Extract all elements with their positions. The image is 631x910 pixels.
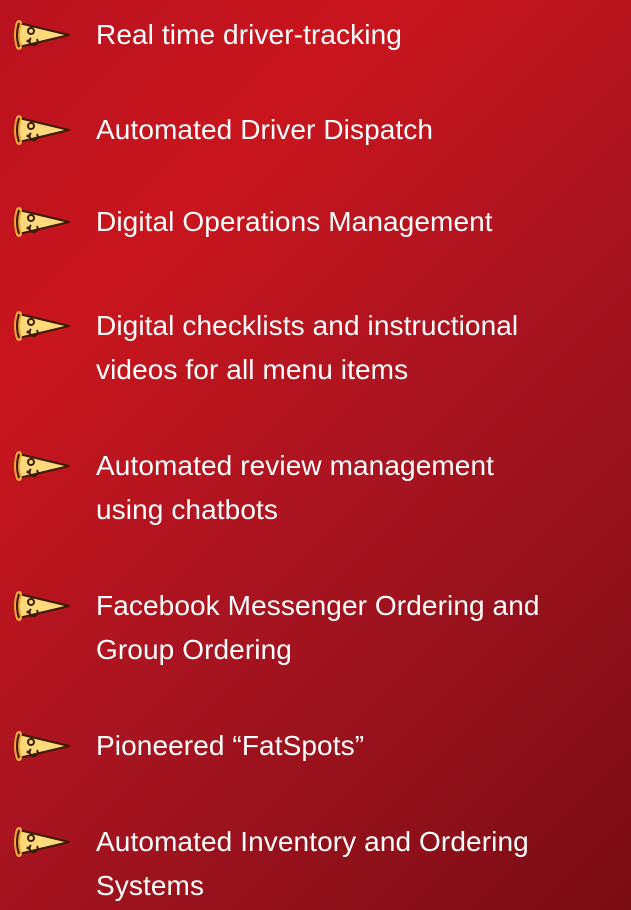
pizza-slice-icon bbox=[13, 207, 75, 237]
feature-line: Systems bbox=[96, 870, 205, 901]
feature-line: Automated Driver Dispatch bbox=[96, 114, 434, 145]
feature-line: Digital Operations Management bbox=[96, 206, 493, 237]
feature-text: Pioneered “FatSpots” bbox=[96, 724, 621, 768]
feature-text: Digital checklists and instructional vid… bbox=[96, 304, 621, 392]
pizza-slice-icon bbox=[13, 731, 75, 761]
pizza-slice-icon bbox=[13, 827, 75, 857]
feature-line: Pioneered “FatSpots” bbox=[96, 730, 365, 761]
pizza-slice-icon bbox=[13, 115, 75, 145]
feature-text: Digital Operations Management bbox=[96, 200, 621, 244]
feature-line: using chatbots bbox=[96, 494, 278, 525]
feature-text: Real time driver-tracking bbox=[96, 13, 621, 57]
feature-line: Automated review management bbox=[96, 450, 495, 481]
pizza-slice-icon bbox=[13, 311, 75, 341]
feature-line: Facebook Messenger Ordering and bbox=[96, 590, 540, 621]
feature-line: Group Ordering bbox=[96, 634, 292, 665]
pizza-slice-icon bbox=[13, 451, 75, 481]
feature-text: Automated Inventory and Ordering Systems bbox=[96, 820, 621, 908]
pizza-slice-icon bbox=[13, 20, 75, 50]
feature-text: Facebook Messenger Ordering and Group Or… bbox=[96, 584, 621, 672]
feature-line: Automated Inventory and Ordering bbox=[96, 826, 529, 857]
pizza-slice-icon bbox=[13, 591, 75, 621]
feature-line: videos for all menu items bbox=[96, 354, 409, 385]
feature-text: Automated review management using chatbo… bbox=[96, 444, 621, 532]
feature-text: Automated Driver Dispatch bbox=[96, 108, 621, 152]
feature-line: Real time driver-tracking bbox=[96, 19, 402, 50]
feature-line: Digital checklists and instructional bbox=[96, 310, 519, 341]
